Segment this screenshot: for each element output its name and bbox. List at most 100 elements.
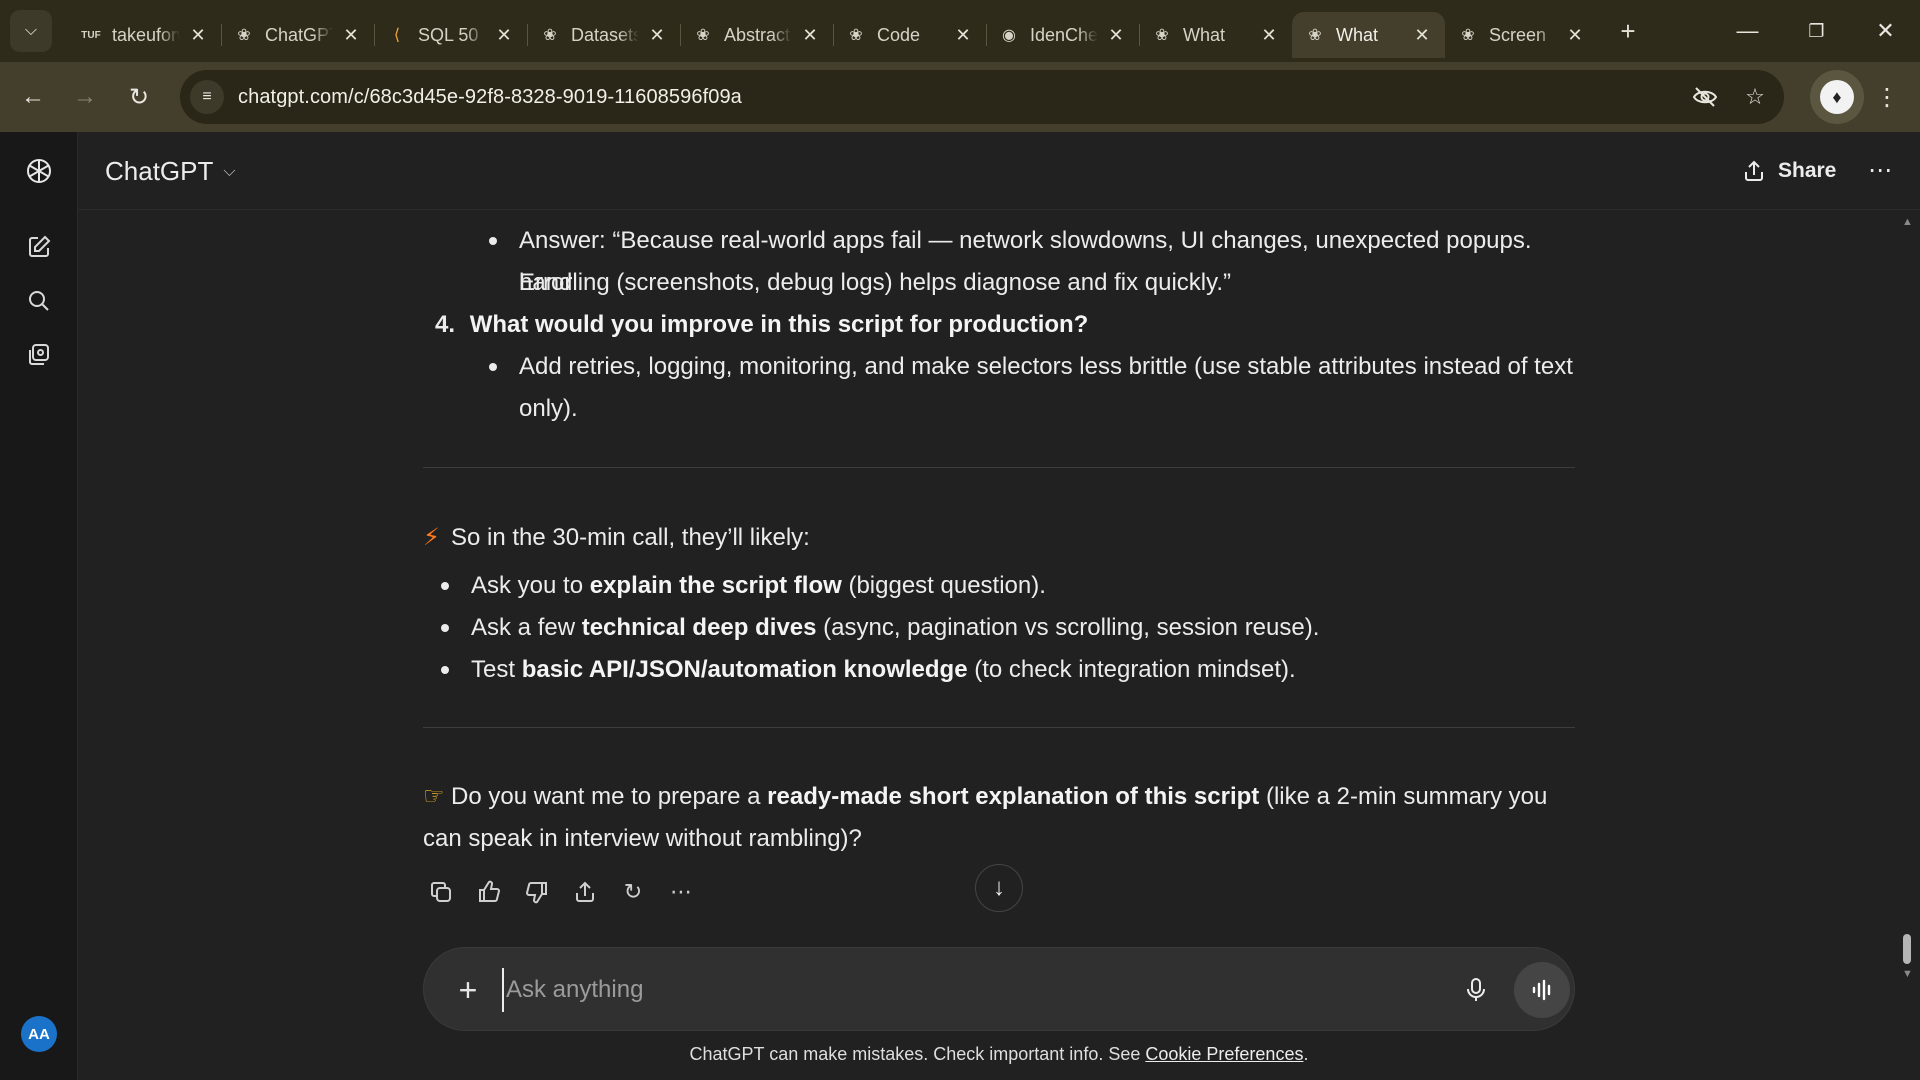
close-icon[interactable]: ✕ (187, 24, 209, 46)
tab-list: TUF takeuforward ✕ ❀ ChatGPT ✕ ⟨ SQL 50 … (68, 0, 1646, 62)
scroll-up-arrow-icon[interactable]: ▲ (1902, 216, 1913, 228)
close-icon[interactable]: ✕ (799, 24, 821, 46)
back-button[interactable]: ← (13, 77, 53, 117)
browser-tab[interactable]: ❀ Screen ✕ (1445, 12, 1598, 58)
followup-text: Do you want me to prepare a (451, 783, 768, 810)
composer: + (423, 947, 1575, 1031)
close-icon[interactable]: ✕ (493, 24, 515, 46)
more-actions-button[interactable]: ⋯ (663, 874, 699, 910)
chevron-down-icon: ⌵ (223, 162, 236, 180)
window-controls: — ❐ ✕ (1713, 0, 1920, 62)
scrollbar-thumb[interactable] (1903, 934, 1911, 964)
close-icon[interactable]: ✕ (1411, 24, 1433, 46)
cookie-preferences-link[interactable]: Cookie Preferences (1145, 1044, 1303, 1064)
share-button[interactable]: Share (1742, 154, 1836, 188)
copy-button[interactable] (423, 874, 459, 910)
share-icon (1745, 160, 1763, 181)
close-icon[interactable]: ✕ (646, 24, 668, 46)
browser-tab[interactable]: ❀ ChatGPT ✕ (221, 12, 374, 58)
openai-logo-icon: ❀ (237, 27, 251, 44)
leetcode-logo-icon: ⟨ (393, 27, 401, 44)
plus-icon: + (1620, 15, 1636, 46)
disclaimer: ChatGPT can make mistakes. Check importa… (0, 1044, 1920, 1065)
disclaimer-end: . (1303, 1044, 1309, 1064)
close-icon[interactable]: ✕ (340, 24, 362, 46)
tab-search-button[interactable]: ⌵ (10, 10, 52, 52)
lightning-icon: ⚡ (423, 524, 440, 551)
new-chat-icon[interactable] (20, 228, 58, 266)
thumbs-up-button[interactable] (471, 874, 507, 910)
followup-question-line2: can speak in interview without rambling)… (423, 818, 862, 860)
arrow-left-icon: ← (21, 83, 45, 110)
reload-button[interactable]: ↻ (119, 77, 159, 117)
disclaimer-text: ChatGPT can make mistakes. Check importa… (689, 1044, 1146, 1064)
browser-tab[interactable]: ❀ Code ✕ (833, 12, 986, 58)
model-selector[interactable]: ChatGPT ⌵ (105, 156, 236, 187)
openai-logo-icon: ❀ (849, 27, 863, 44)
thumbs-down-icon (525, 882, 547, 904)
tab-title: What (1183, 24, 1226, 45)
scroll-down-arrow-icon[interactable]: ▼ (1902, 968, 1913, 980)
openai-logo-icon: ❀ (1155, 27, 1169, 44)
library-icon[interactable] (20, 336, 58, 374)
plus-icon: + (458, 971, 478, 1008)
profile-avatar-icon: ♦ (1820, 80, 1854, 114)
item-text: (to check integration mindset). (967, 656, 1296, 683)
browser-tab[interactable]: ❀ Datasets ✕ (527, 12, 680, 58)
thumbs-down-button[interactable] (519, 874, 555, 910)
openai-logo-icon: ❀ (543, 27, 557, 44)
site-info-button[interactable]: ≡ (190, 80, 224, 114)
followup-text: can speak in interview without rambling)… (423, 825, 862, 852)
chat-header: ChatGPT ⌵ Share ⋯ (78, 132, 1920, 210)
list-item-continuation: only). (519, 388, 1575, 430)
new-tab-button[interactable]: + (1610, 13, 1646, 49)
close-window-button[interactable]: ✕ (1851, 0, 1920, 62)
add-attachment-button[interactable]: + (446, 968, 490, 1012)
close-icon[interactable]: ✕ (1105, 24, 1127, 46)
more-options-icon[interactable]: ⋯ (1862, 152, 1898, 188)
answer-text: handling (screenshots, debug logs) helps… (519, 269, 1231, 296)
browser-tab[interactable]: ⟨ SQL 50 ✕ (374, 12, 527, 58)
tab-title: Abstract (724, 24, 791, 45)
browser-tab[interactable]: ◉ IdenCheck ✕ (986, 12, 1139, 58)
scroll-to-bottom-button[interactable]: ↓ (975, 864, 1023, 912)
browser-menu-icon[interactable]: ⋮ (1872, 74, 1902, 120)
restore-button[interactable]: ❐ (1782, 0, 1851, 62)
voice-mode-button[interactable] (1514, 962, 1570, 1018)
tune-icon: ≡ (202, 88, 212, 105)
dictate-button[interactable] (1454, 968, 1498, 1012)
followup-bold: ready-made short explanation of this scr… (767, 783, 1260, 810)
browser-tab-active[interactable]: ❀ What ✕ (1292, 12, 1445, 58)
profile-button[interactable]: ♦ (1810, 70, 1864, 124)
forward-button[interactable]: → (65, 77, 105, 117)
close-icon[interactable]: ✕ (952, 24, 974, 46)
star-icon[interactable]: ☆ (1740, 82, 1770, 112)
item-number: 4. (435, 311, 456, 338)
regenerate-button[interactable]: ↻ (615, 874, 651, 910)
url-text[interactable]: chatgpt.com/c/68c3d45e-92f8-8328-9019-11… (238, 86, 742, 109)
eye-off-icon[interactable] (1690, 82, 1720, 112)
copy-icon (431, 882, 451, 902)
tab-title: IdenCheck (1030, 24, 1098, 45)
message-actions: ↻ ⋯ (423, 874, 711, 910)
address-bar[interactable]: ≡ chatgpt.com/c/68c3d45e-92f8-8328-9019-… (180, 70, 1784, 124)
browser-tab[interactable]: ❀ What ✕ (1139, 12, 1292, 58)
waveform-icon (1532, 979, 1551, 1001)
prompt-input[interactable] (502, 968, 1402, 1012)
minimize-button[interactable]: — (1713, 0, 1782, 62)
openai-logo-icon[interactable] (20, 152, 58, 190)
close-icon[interactable]: ✕ (1258, 24, 1280, 46)
item-bold: technical deep dives (581, 614, 817, 641)
share-message-button[interactable] (567, 874, 603, 910)
browser-tab[interactable]: TUF takeuforward ✕ (68, 12, 221, 58)
chevron-down-icon: ⌵ (24, 22, 38, 39)
browser-tab[interactable]: ❀ Abstract ✕ (680, 12, 833, 58)
sidebar-rail: AA (0, 132, 78, 1080)
close-icon[interactable]: ✕ (1564, 24, 1586, 46)
refresh-icon: ↻ (623, 879, 643, 904)
scrollbar[interactable]: ▲ ▼ (1900, 210, 1914, 990)
tab-title: Code (877, 24, 921, 45)
search-icon[interactable] (20, 282, 58, 320)
tab-title: Datasets (571, 24, 639, 45)
model-name: ChatGPT (105, 156, 214, 186)
